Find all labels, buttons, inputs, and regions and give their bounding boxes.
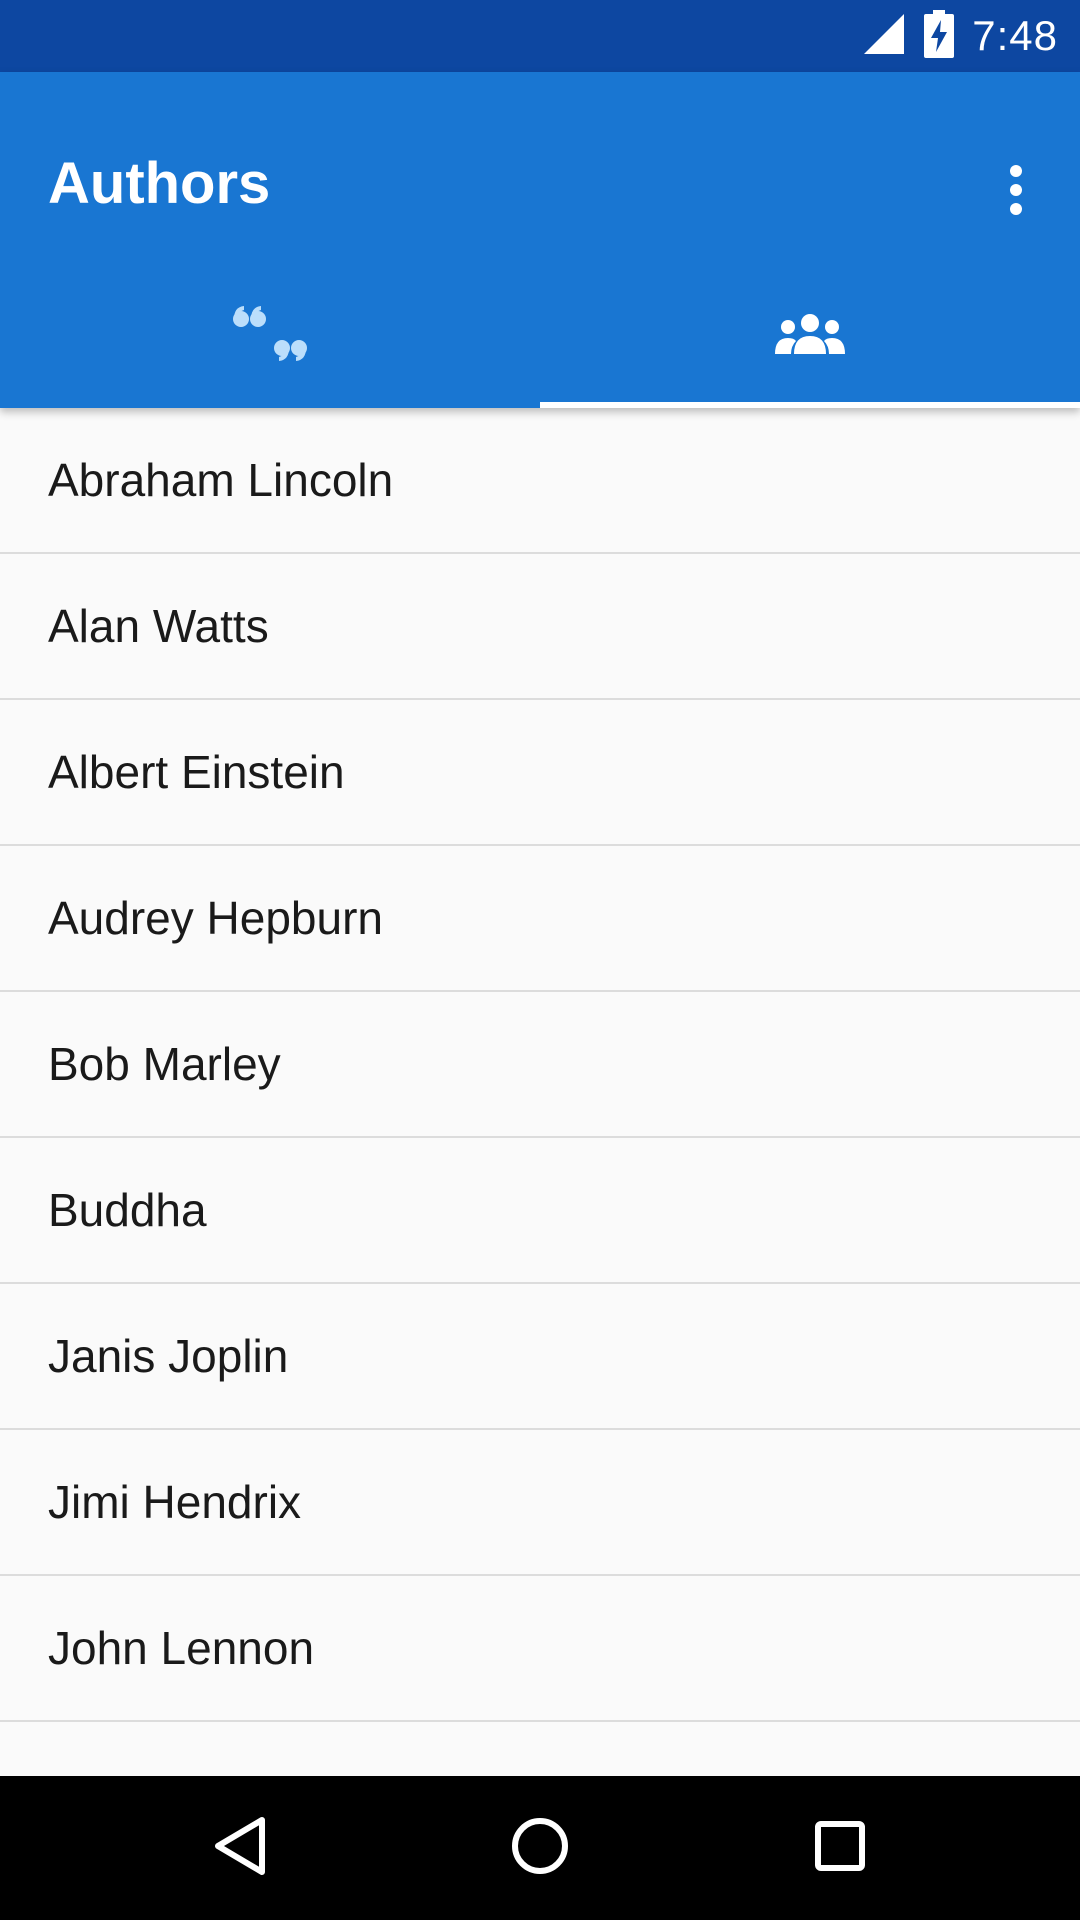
home-button[interactable] bbox=[490, 1798, 590, 1898]
more-vert-icon bbox=[1006, 164, 1026, 221]
tab-indicator bbox=[540, 402, 1080, 408]
list-item[interactable]: Bob Marley bbox=[0, 992, 1080, 1138]
author-name: John Lennon bbox=[48, 1622, 315, 1674]
overflow-menu-button[interactable] bbox=[980, 142, 1052, 242]
list-item[interactable]: Alan Watts bbox=[0, 554, 1080, 700]
tab-authors[interactable] bbox=[540, 264, 1080, 408]
author-name: Audrey Hepburn bbox=[48, 892, 383, 944]
author-name: Jimi Hendrix bbox=[48, 1476, 302, 1528]
list-item[interactable]: Albert Einstein bbox=[0, 700, 1080, 846]
status-bar: 7:48 bbox=[0, 0, 1080, 72]
tab-quotes[interactable] bbox=[0, 264, 540, 408]
list-item[interactable] bbox=[0, 1722, 1080, 1776]
status-icons: 7:48 bbox=[862, 0, 1058, 72]
list-item[interactable]: Abraham Lincoln bbox=[0, 408, 1080, 554]
status-time: 7:48 bbox=[972, 12, 1058, 59]
format-quote-icon bbox=[232, 304, 308, 369]
back-icon bbox=[212, 1816, 268, 1881]
author-name: Bob Marley bbox=[48, 1038, 281, 1090]
author-name: Alan Watts bbox=[48, 600, 269, 652]
author-name: Buddha bbox=[48, 1184, 207, 1236]
list-item[interactable]: Audrey Hepburn bbox=[0, 846, 1080, 992]
recents-icon bbox=[814, 1820, 866, 1877]
system-nav-bar bbox=[0, 1776, 1080, 1920]
home-icon bbox=[510, 1816, 570, 1881]
back-button[interactable] bbox=[190, 1798, 290, 1898]
author-name: Albert Einstein bbox=[48, 746, 345, 798]
page-title: Authors bbox=[48, 151, 271, 216]
tab-bar bbox=[0, 264, 1080, 408]
people-icon bbox=[774, 312, 846, 361]
authors-list: Abraham Lincoln Alan Watts Albert Einstein… bbox=[0, 408, 1080, 1776]
author-name: Janis Joplin bbox=[48, 1330, 289, 1382]
app-bar: Authors bbox=[0, 72, 1080, 408]
list-item[interactable]: Janis Joplin bbox=[0, 1284, 1080, 1430]
recents-button[interactable] bbox=[790, 1798, 890, 1898]
author-name: Abraham Lincoln bbox=[48, 454, 394, 506]
battery-charging-icon bbox=[924, 9, 955, 63]
list-item[interactable]: Jimi Hendrix bbox=[0, 1430, 1080, 1576]
list-item[interactable]: Buddha bbox=[0, 1138, 1080, 1284]
list-item[interactable]: John Lennon bbox=[0, 1576, 1080, 1722]
signal-icon bbox=[862, 12, 906, 61]
